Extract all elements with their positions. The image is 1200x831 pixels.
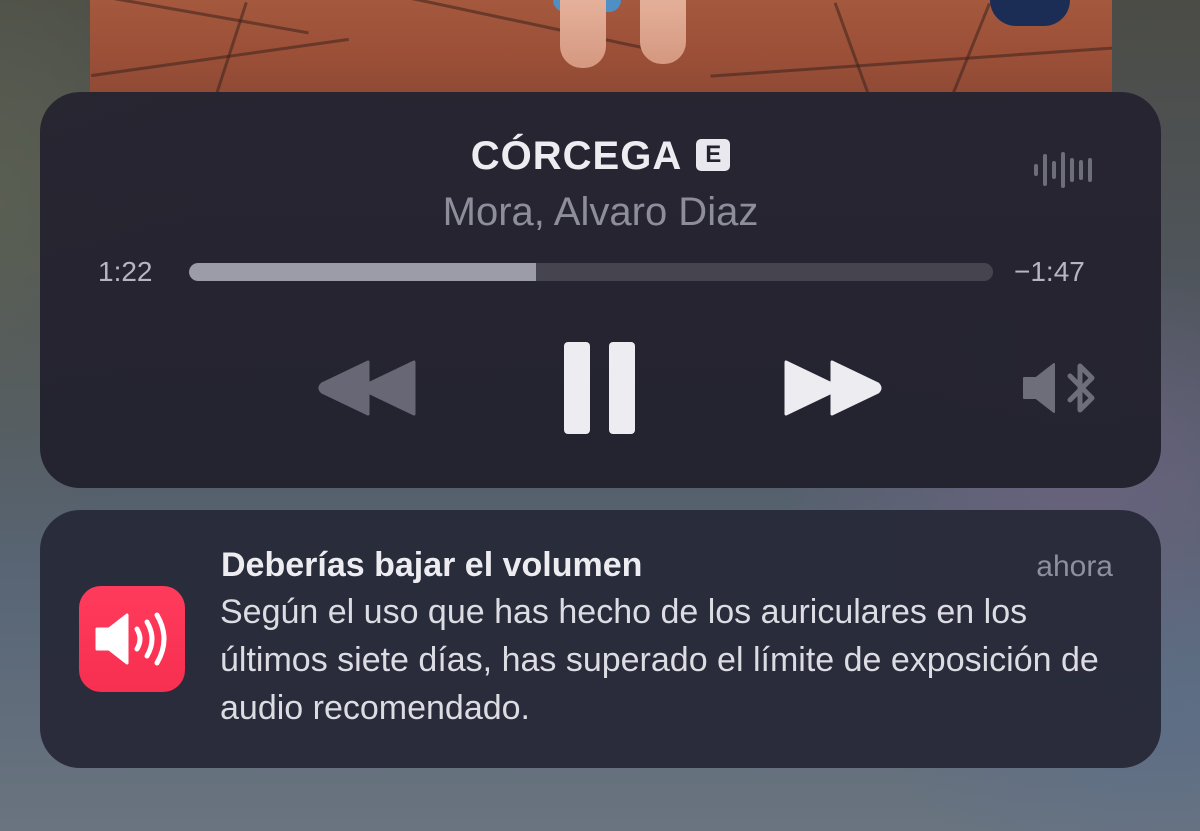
speaker-volume-icon: [95, 612, 167, 666]
audio-output-button[interactable]: [1022, 360, 1102, 416]
playback-scrubber[interactable]: [189, 263, 993, 281]
waveform-icon: [1034, 152, 1092, 188]
notification-title: Deberías bajar el volumen: [221, 546, 643, 584]
rewind-icon: [318, 360, 416, 416]
playback-progress-fill: [189, 263, 537, 281]
notification-card[interactable]: Deberías bajar el volumen ahora Según el…: [40, 510, 1161, 768]
artist-name[interactable]: Mora, Alvaro Diaz: [40, 188, 1161, 236]
remaining-time: −1:47: [1014, 256, 1085, 287]
bluetooth-speaker-icon: [1023, 363, 1095, 413]
rewind-button[interactable]: [318, 360, 418, 416]
album-artwork: [90, 0, 1112, 96]
pause-button[interactable]: [564, 340, 636, 436]
song-title[interactable]: CÓRCEGA E: [40, 132, 1161, 180]
fast-forward-button[interactable]: [782, 360, 882, 416]
app-icon: [79, 586, 185, 692]
elapsed-time: 1:22: [98, 256, 153, 287]
explicit-badge: E: [696, 139, 731, 172]
now-playing-card: CÓRCEGA E Mora, Alvaro Diaz 1:22 −1:47: [40, 92, 1161, 488]
fast-forward-icon: [784, 360, 882, 416]
notification-time: ahora: [1036, 550, 1113, 583]
notification-body: Según el uso que has hecho de los auricu…: [220, 593, 1099, 727]
pause-icon: [564, 342, 635, 434]
song-title-text: CÓRCEGA: [470, 134, 683, 178]
